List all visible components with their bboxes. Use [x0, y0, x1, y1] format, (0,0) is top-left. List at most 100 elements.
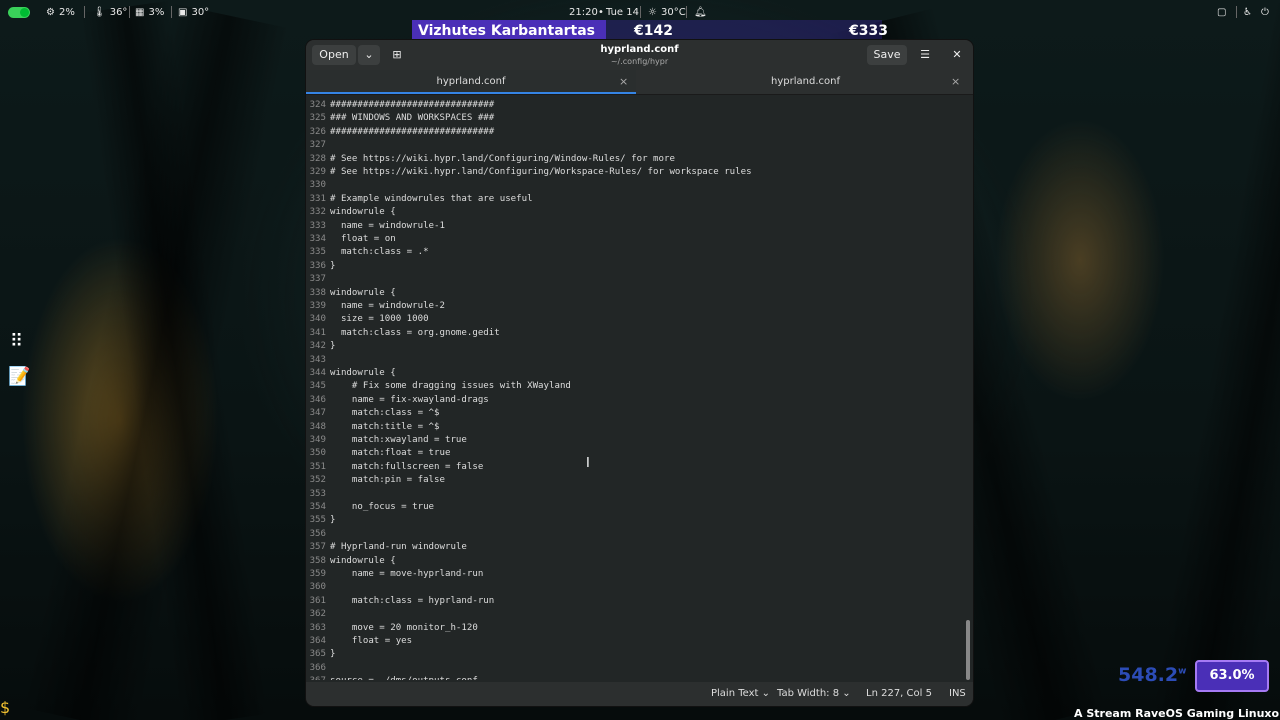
clipboard-button[interactable]: ▢	[1217, 5, 1226, 19]
close-window-button[interactable]: ✕	[946, 45, 968, 65]
line-number: 365	[309, 649, 326, 660]
code-line[interactable]: 354 no_focus = true	[306, 501, 434, 514]
code-line[interactable]: 355}	[306, 514, 336, 527]
text-editor-window: Open ⌄ ⊞ hyprland.conf ~/.config/hypr Sa…	[306, 40, 973, 706]
code-line[interactable]: 362	[306, 608, 330, 621]
notification-bell[interactable]: 🔔︎	[694, 5, 707, 19]
code-line[interactable]: 332 windowrule {	[306, 206, 396, 219]
line-text: no_focus = true	[330, 502, 435, 512]
code-line[interactable]: 325 ### WINDOWS AND WORKSPACES ###	[306, 112, 495, 125]
code-line[interactable]: 365}	[306, 648, 336, 661]
line-number: 346	[309, 394, 326, 405]
code-line[interactable]: 359 name = move-hyprland-run	[306, 568, 484, 581]
main-menu-button[interactable]: ☰	[914, 45, 936, 65]
launcher-toggle[interactable]	[8, 5, 30, 19]
cpu-temp-widget[interactable]: 🌡 36°	[93, 5, 127, 19]
code-line[interactable]: 361 match:class = hyprland-run	[306, 595, 495, 608]
code-line[interactable]: 366	[306, 662, 330, 675]
line-number: 349	[309, 435, 326, 445]
code-line[interactable]: 340 size = 1000 1000	[306, 313, 429, 326]
code-line[interactable]: 337	[306, 273, 330, 286]
code-line[interactable]: 333 name = windowrule-1	[306, 220, 445, 233]
line-text: source = ./dms/outputs.conf	[326, 675, 478, 680]
line-number: 339	[309, 301, 326, 311]
weather-widget[interactable]: ☼ 30°C	[648, 5, 686, 19]
code-line[interactable]: 346 name = fix-xwayland-drags	[306, 394, 489, 407]
line-text: name = move-hyprland-run	[330, 569, 484, 579]
cursor-position[interactable]: Ln 227, Col 5	[866, 687, 932, 701]
line-text: windowrule {	[330, 287, 396, 298]
code-line[interactable]: 336}	[306, 260, 336, 273]
dot-separator: •	[598, 6, 604, 18]
code-line[interactable]: 339 name = windowrule-2	[306, 300, 445, 313]
line-number: 341	[309, 327, 326, 338]
close-tab-icon[interactable]: ×	[951, 70, 960, 94]
gpu-temp-widget[interactable]: ▣ 30°	[178, 5, 209, 19]
line-text: move = 20 monitor_h-120	[330, 622, 478, 633]
clock[interactable]: 21:20	[569, 5, 598, 19]
code-line[interactable]: 344 windowrule {	[306, 367, 396, 380]
code-line[interactable]: 329 # See https://wiki.hypr.land/Configur…	[306, 166, 752, 179]
code-line[interactable]: 331 # Example windowrules that are useful	[306, 193, 533, 206]
memory-icon: ▦	[135, 6, 145, 18]
clock-date-widget[interactable]: Tue 14	[606, 5, 639, 19]
tab-hyprland-conf-1[interactable]: hyprland.conf ×	[306, 70, 636, 94]
code-line[interactable]: 363 move = 20 monitor_h-120	[306, 622, 478, 635]
code-line[interactable]: 353	[306, 488, 330, 501]
code-line[interactable]: 347 match:class = ^$	[306, 407, 440, 420]
code-line[interactable]: 327	[306, 139, 330, 152]
accessibility-button[interactable]: ♿︎	[1243, 5, 1252, 19]
line-text: match:class = ^$	[330, 408, 440, 419]
line-number: 332	[309, 207, 326, 218]
line-number: 336	[309, 260, 326, 271]
language-selector[interactable]: Plain Text ⌄	[711, 687, 770, 701]
chevron-down-icon: ⌄	[842, 688, 851, 699]
code-line[interactable]: 341 match:class = org.gnome.gedit	[306, 327, 500, 340]
cpu-widget[interactable]: ⚙ 2%	[46, 5, 75, 19]
code-line[interactable]: 326 ##############################	[306, 126, 495, 139]
code-line[interactable]: 345 # Fix some dragging issues with XWay…	[306, 380, 571, 393]
code-line[interactable]: 364 float = yes	[306, 635, 413, 648]
code-line[interactable]: 330	[306, 179, 330, 192]
power-readout: 548.2w	[1118, 664, 1186, 686]
line-text: }	[330, 341, 336, 352]
hud-title: Vizhutes Karbantartas	[412, 20, 606, 42]
vertical-scrollbar[interactable]	[966, 620, 970, 680]
line-number: 363	[309, 622, 326, 633]
clock-date: Tue 14	[606, 6, 639, 18]
clock-time: 21:20	[569, 6, 598, 18]
code-line[interactable]: 357 # Hyprland-run windowrule	[306, 541, 467, 554]
dollar-icon[interactable]: $	[0, 698, 10, 717]
app-grid-icon[interactable]: ⠿	[10, 331, 23, 352]
tab-bar: hyprland.conf × hyprland.conf ×	[306, 70, 973, 95]
code-line[interactable]: 358 windowrule {	[306, 555, 396, 568]
tab-width-selector[interactable]: Tab Width: 8 ⌄	[777, 687, 851, 701]
sun-icon: ☼	[648, 6, 657, 18]
code-line[interactable]: 349 match:xwayland = true	[306, 434, 467, 447]
close-icon: ✕	[952, 48, 962, 61]
code-line[interactable]: 348 match:title = ^$	[306, 421, 440, 434]
ram-widget[interactable]: ▦ 3%	[135, 5, 164, 19]
code-line[interactable]: 352 match:pin = false	[306, 474, 445, 487]
close-tab-icon[interactable]: ×	[619, 70, 628, 94]
code-line[interactable]: 328 # See https://wiki.hypr.land/Configur…	[306, 153, 675, 166]
code-line[interactable]: 350 match:float = true	[306, 447, 451, 460]
code-line[interactable]: 335 match:class = .*	[306, 246, 429, 259]
code-line[interactable]: 351 match:fullscreen = false	[306, 461, 484, 474]
code-editor[interactable]: 324 ############################## 325 ### …	[306, 95, 973, 680]
code-line[interactable]: 360	[306, 581, 330, 594]
code-line[interactable]: 343	[306, 354, 330, 367]
line-text: windowrule {	[330, 368, 396, 378]
save-button[interactable]: Save	[867, 45, 907, 65]
code-line[interactable]: 338 windowrule {	[306, 287, 396, 300]
line-number: 356	[309, 528, 326, 539]
code-line[interactable]: 356	[306, 528, 330, 541]
line-number: 361	[309, 595, 326, 606]
code-line[interactable]: 324 ##############################	[306, 99, 495, 112]
code-line[interactable]: 334 float = on	[306, 233, 396, 246]
power-button[interactable]: ⏻	[1261, 5, 1269, 19]
notes-icon[interactable]: 📝	[8, 366, 30, 387]
code-line[interactable]: 367source = ./dms/outputs.conf	[306, 675, 478, 680]
code-line[interactable]: 342}	[306, 340, 336, 353]
tab-hyprland-conf-2[interactable]: hyprland.conf ×	[638, 70, 973, 94]
